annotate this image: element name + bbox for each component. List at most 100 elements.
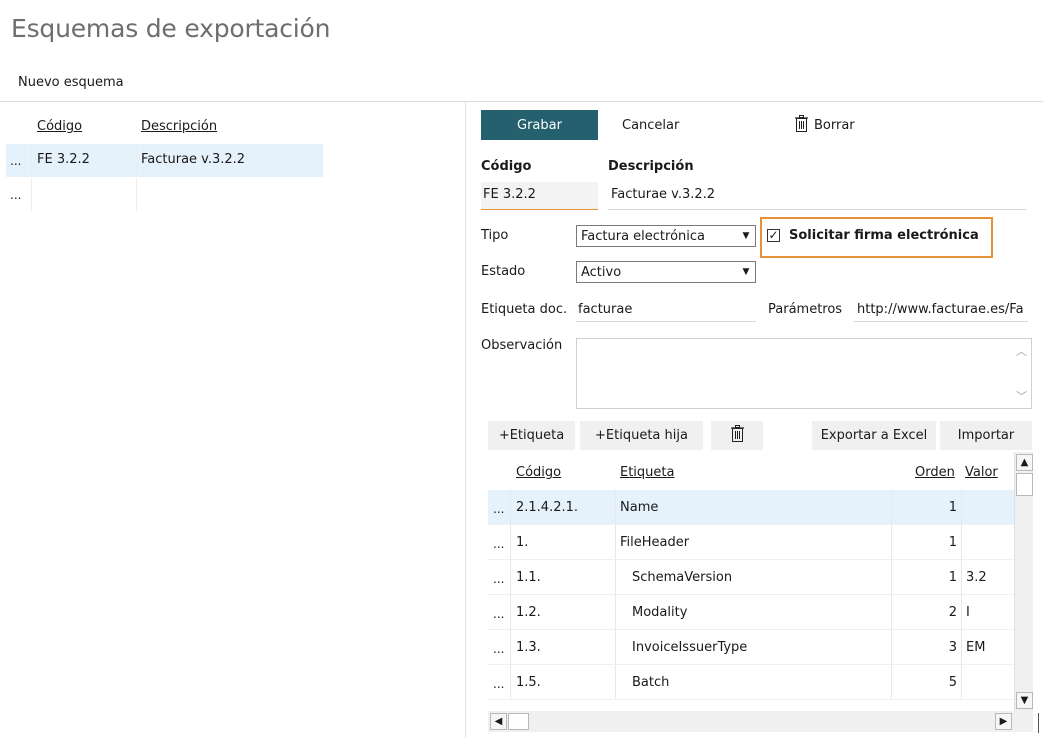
add-child-tag-button[interactable]: +Etiqueta hija xyxy=(580,421,703,450)
row-value: I xyxy=(966,605,970,620)
list-header-description[interactable]: Descripción xyxy=(141,119,217,134)
row-menu-icon[interactable]: ... xyxy=(493,537,504,551)
column-divider xyxy=(961,630,962,665)
delete-button-label: Borrar xyxy=(814,118,855,133)
column-divider xyxy=(961,525,962,560)
scroll-up-icon[interactable]: ︿ xyxy=(1016,343,1027,359)
row-tag: InvoiceIssuerType xyxy=(632,640,748,655)
column-divider xyxy=(510,665,511,700)
list-item-code: FE 3.2.2 xyxy=(37,152,90,167)
row-code: 2.1.4.2.1. xyxy=(516,500,579,515)
add-tag-button[interactable]: +Etiqueta xyxy=(488,421,575,450)
row-order: 2 xyxy=(948,605,957,620)
row-code: 1. xyxy=(516,535,529,550)
scrollbar-thumb[interactable] xyxy=(1016,473,1033,496)
doc-tag-field[interactable]: facturae xyxy=(576,297,756,322)
row-menu-icon[interactable]: ... xyxy=(493,502,504,516)
column-divider xyxy=(31,144,32,177)
notes-textarea[interactable]: ︿ ﹀ xyxy=(576,338,1032,409)
row-tag: FileHeader xyxy=(620,535,690,550)
column-divider xyxy=(510,595,511,630)
column-divider xyxy=(961,665,962,700)
type-select[interactable]: Factura electrónica ▼ xyxy=(576,225,756,247)
signature-checkbox-label[interactable]: Solicitar firma electrónica xyxy=(789,228,979,243)
scroll-down-icon[interactable]: ▼ xyxy=(1016,692,1033,709)
row-order: 3 xyxy=(948,640,957,655)
description-field-value: Facturae v.3.2.2 xyxy=(611,187,716,202)
grid-header-order[interactable]: Orden xyxy=(915,465,955,480)
row-value: EM xyxy=(966,640,986,655)
table-row[interactable]: ... 1. FileHeader 1 xyxy=(488,525,1014,560)
row-menu-icon[interactable]: ... xyxy=(493,607,504,621)
params-label: Parámetros xyxy=(768,302,843,317)
description-label: Descripción xyxy=(608,159,694,174)
signature-checkbox[interactable]: ✓ xyxy=(767,229,780,242)
import-button[interactable]: Importar xyxy=(940,421,1032,450)
column-divider xyxy=(891,525,892,560)
table-row[interactable]: ... 1.1. SchemaVersion 1 3.2 xyxy=(488,560,1014,595)
scrollbar-thumb[interactable] xyxy=(508,713,529,730)
type-label: Tipo xyxy=(481,228,509,243)
row-menu-icon[interactable]: ... xyxy=(10,188,21,202)
window-edge xyxy=(1038,713,1039,733)
delete-tag-button[interactable] xyxy=(711,421,763,450)
grid-header-value[interactable]: Valor xyxy=(965,465,998,480)
scroll-left-icon[interactable]: ◀ xyxy=(490,713,507,730)
column-divider xyxy=(961,560,962,595)
column-divider xyxy=(615,490,616,525)
table-row[interactable]: ... 2.1.4.2.1. Name 1 xyxy=(488,490,1014,525)
trash-icon xyxy=(730,425,744,446)
column-divider xyxy=(615,595,616,630)
scroll-right-icon[interactable]: ▶ xyxy=(995,713,1012,730)
column-divider xyxy=(510,560,511,595)
table-row[interactable]: ... 1.5. Batch 5 xyxy=(488,665,1014,700)
column-divider xyxy=(615,665,616,700)
scroll-up-icon[interactable]: ▲ xyxy=(1016,454,1033,471)
chevron-down-icon[interactable]: ▼ xyxy=(737,226,755,246)
list-item-description: Facturae v.3.2.2 xyxy=(141,152,246,167)
page-title: Esquemas de exportación xyxy=(11,14,331,43)
status-select[interactable]: Activo ▼ xyxy=(576,261,756,283)
description-field[interactable]: Facturae v.3.2.2 xyxy=(608,182,1026,210)
grid-vertical-scrollbar[interactable]: ▲ ▼ xyxy=(1014,452,1033,711)
column-divider xyxy=(891,630,892,665)
row-order: 1 xyxy=(948,570,957,585)
column-divider xyxy=(615,560,616,595)
params-field[interactable]: http://www.facturae.es/Fa xyxy=(854,297,1028,322)
row-menu-icon[interactable]: ... xyxy=(493,677,504,691)
row-order: 1 xyxy=(948,500,957,515)
row-menu-icon[interactable]: ... xyxy=(493,572,504,586)
chevron-down-icon[interactable]: ▼ xyxy=(737,262,755,282)
grid-header-code[interactable]: Código xyxy=(516,465,561,480)
row-code: 1.3. xyxy=(516,640,541,655)
row-code: 1.2. xyxy=(516,605,541,620)
cancel-button[interactable]: Cancelar xyxy=(622,118,679,133)
row-menu-icon[interactable]: ... xyxy=(10,154,21,168)
scroll-down-icon[interactable]: ﹀ xyxy=(1016,388,1027,404)
column-divider xyxy=(510,490,511,525)
list-header-code[interactable]: Código xyxy=(37,119,82,134)
table-row[interactable]: ... 1.2. Modality 2 I xyxy=(488,595,1014,630)
grid-header-tag[interactable]: Etiqueta xyxy=(620,465,674,480)
column-divider xyxy=(136,178,137,211)
notes-label: Observación xyxy=(481,338,563,353)
delete-button[interactable]: Borrar xyxy=(795,115,855,136)
code-field[interactable]: FE 3.2.2 xyxy=(481,182,598,210)
save-button[interactable]: Grabar xyxy=(481,110,598,140)
list-item-empty[interactable]: ... xyxy=(6,178,323,211)
table-row[interactable]: ... 1.3. InvoiceIssuerType 3 EM xyxy=(488,630,1014,665)
list-item[interactable]: ... FE 3.2.2 Facturae v.3.2.2 xyxy=(6,144,323,177)
column-divider xyxy=(615,630,616,665)
column-divider xyxy=(510,525,511,560)
new-scheme-button[interactable]: Nuevo esquema xyxy=(18,75,124,90)
doc-tag-label: Etiqueta doc. xyxy=(481,302,568,317)
column-divider xyxy=(891,560,892,595)
row-menu-icon[interactable]: ... xyxy=(493,642,504,656)
column-divider xyxy=(961,490,962,525)
row-order: 1 xyxy=(948,535,957,550)
export-excel-button[interactable]: Exportar a Excel xyxy=(812,421,936,450)
panel-splitter[interactable] xyxy=(465,102,466,738)
scrollbar-corner xyxy=(1014,711,1033,732)
column-divider xyxy=(615,525,616,560)
grid-horizontal-scrollbar[interactable]: ◀ ▶ xyxy=(488,711,1014,732)
